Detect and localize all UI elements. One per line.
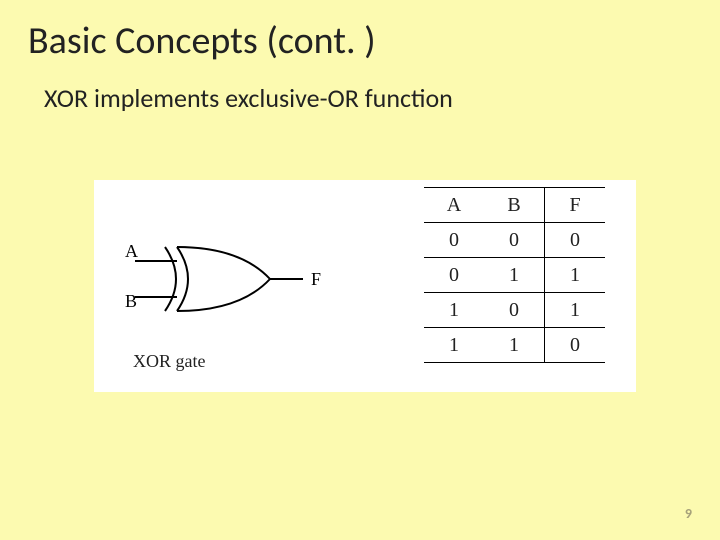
slide-subtitle: XOR implements exclusive-OR function <box>44 82 453 114</box>
slide-title: Basic Concepts (cont. ) <box>28 18 376 64</box>
gate-caption: XOR gate <box>133 351 205 372</box>
gate-input-b-label: B <box>125 291 137 311</box>
table-row: 0 1 1 <box>424 258 605 293</box>
page-number: 9 <box>685 505 692 522</box>
gate-input-a-label: A <box>125 241 138 261</box>
xor-gate-icon: A B F <box>105 219 355 339</box>
gate-output-label: F <box>311 269 321 289</box>
th-a: A <box>424 188 484 223</box>
table-row: 1 0 1 <box>424 293 605 328</box>
truth-table: A B F 0 0 0 0 1 1 1 0 1 1 1 <box>424 187 605 363</box>
xor-figure: A B F XOR gate A B F 0 0 0 0 1 1 1 <box>94 180 636 392</box>
table-row: 1 1 0 <box>424 328 605 363</box>
th-b: B <box>484 188 545 223</box>
th-f: F <box>545 188 606 223</box>
table-row: 0 0 0 <box>424 223 605 258</box>
